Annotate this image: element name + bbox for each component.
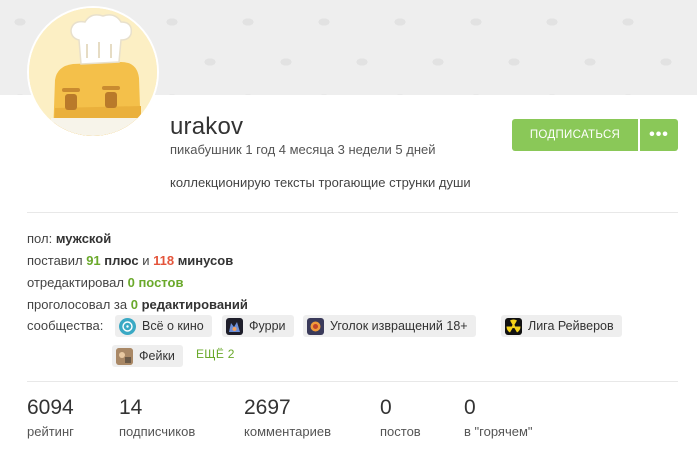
ellipsis-icon: ••• (649, 126, 669, 143)
edited-label: отредактировал (27, 275, 124, 290)
radiation-icon (505, 317, 522, 335)
stat-value: 0 (464, 396, 476, 419)
votes-row: поставил 91 плюс и 118 минусов (27, 253, 233, 268)
plus-count: 91 (86, 253, 101, 268)
avatar-image (29, 8, 157, 136)
about-text: коллекционирую тексты трогающие струнки … (170, 175, 471, 190)
community-name: Фейки (139, 349, 175, 363)
gender-row: пол: мужской (27, 231, 111, 246)
stat-subscribers[interactable]: 14 подписчиков (119, 396, 195, 439)
voted-edits-label: проголосовал за (27, 297, 128, 312)
community-chip-ugolok[interactable]: Уголок извращений 18+ (303, 315, 476, 337)
community-name: Лига Рейверов (528, 319, 614, 333)
community-name: Всё о кино (142, 319, 204, 333)
votes-prefix: поставил (27, 253, 83, 268)
stat-value: 2697 (244, 396, 291, 419)
communities-label: сообщества: (27, 318, 104, 333)
chef-toast-icon (29, 8, 157, 136)
more-actions-button[interactable]: ••• (640, 119, 678, 151)
furry-icon (226, 317, 243, 335)
avatar[interactable] (27, 6, 159, 138)
more-communities-link[interactable]: ЕЩЁ 2 (196, 347, 235, 361)
film-icon (119, 317, 136, 335)
community-name: Фурри (249, 319, 286, 333)
stat-rating: 6094 рейтинг (27, 396, 74, 439)
subscribe-button[interactable]: подписаться (512, 119, 638, 151)
voted-edits-count: 0 (130, 297, 138, 312)
minus-word: минусов (177, 253, 234, 268)
community-chip-feiki[interactable]: Фейки (112, 345, 183, 367)
stat-value: 14 (119, 396, 143, 419)
voted-edits-row: проголосовал за 0 редактирований (27, 297, 248, 312)
fakes-icon (116, 347, 133, 365)
gender-label: пол: (27, 231, 53, 246)
stat-label: в "горячем" (464, 424, 533, 439)
stat-value: 0 (380, 396, 392, 419)
tenure-text: пикабушник 1 год 4 месяца 3 недели 5 дне… (170, 142, 436, 157)
divider-bottom (27, 381, 678, 382)
stat-label: комментариев (244, 424, 332, 439)
stat-hot[interactable]: 0 в "горячем" (464, 396, 533, 439)
stat-label: постов (380, 424, 421, 439)
edited-row: отредактировал 0 постов (27, 275, 183, 290)
stat-label: рейтинг (27, 424, 74, 439)
stat-value: 6094 (27, 396, 74, 419)
minus-count: 118 (153, 253, 175, 268)
community-name: Уголок извращений 18+ (330, 319, 468, 333)
gender-value: мужской (55, 231, 112, 246)
divider-top (27, 212, 678, 213)
votes-and: и (142, 253, 150, 268)
stat-posts[interactable]: 0 постов (380, 396, 421, 439)
corner-icon (307, 317, 324, 335)
community-chip-raver[interactable]: Лига Рейверов (501, 315, 622, 337)
stat-label: подписчиков (119, 424, 196, 439)
plus-word: плюс (104, 253, 139, 268)
stat-comments[interactable]: 2697 комментариев (244, 396, 331, 439)
username: urakov (170, 113, 244, 140)
community-chip-furry[interactable]: Фурри (222, 315, 294, 337)
community-chip-kino[interactable]: Всё о кино (115, 315, 212, 337)
edited-value[interactable]: 0 постов (128, 275, 184, 290)
voted-edits-word: редактирований (141, 297, 248, 312)
